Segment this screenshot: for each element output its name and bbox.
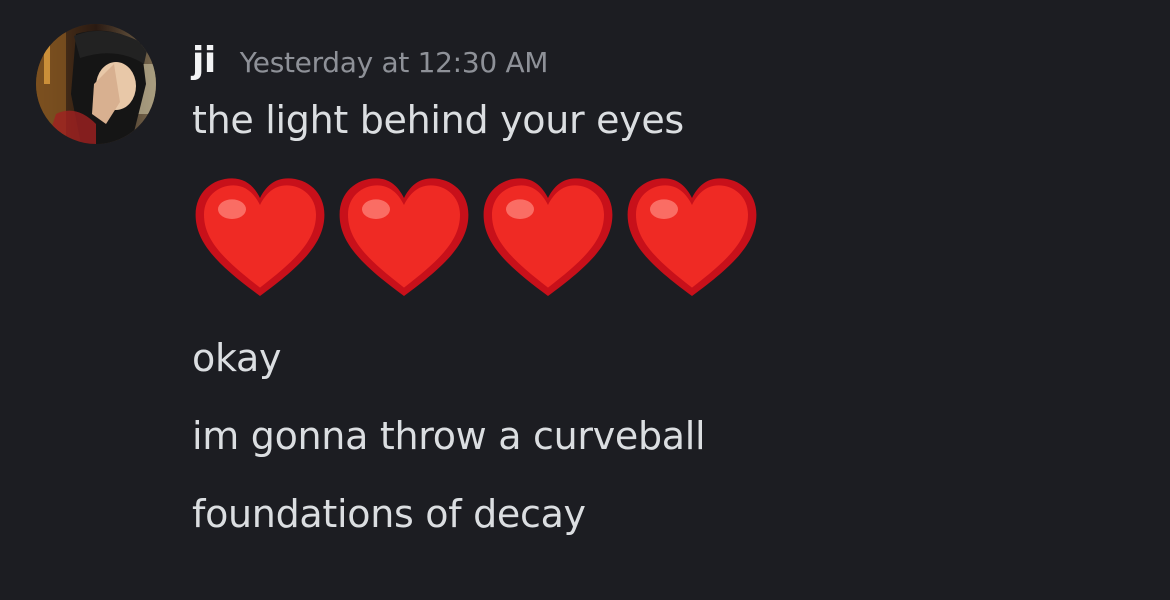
red-heart-icon: [334, 170, 474, 310]
username[interactable]: ji: [192, 40, 216, 81]
red-heart-icon: [190, 170, 330, 310]
message-header: ji Yesterday at 12:30 AM: [192, 40, 548, 84]
message-line: foundations of decay: [192, 492, 586, 536]
avatar-image: [36, 24, 156, 144]
emoji-row: [190, 170, 766, 310]
red-heart-icon: [478, 170, 618, 310]
red-heart-icon: [622, 170, 762, 310]
message-line: okay: [192, 336, 282, 380]
chat-message-view: ji Yesterday at 12:30 AM the light behin…: [0, 0, 1170, 600]
user-avatar[interactable]: [36, 24, 156, 144]
timestamp: Yesterday at 12:30 AM: [239, 46, 549, 79]
message-line: the light behind your eyes: [192, 98, 684, 142]
message-line: im gonna throw a curveball: [192, 414, 706, 458]
